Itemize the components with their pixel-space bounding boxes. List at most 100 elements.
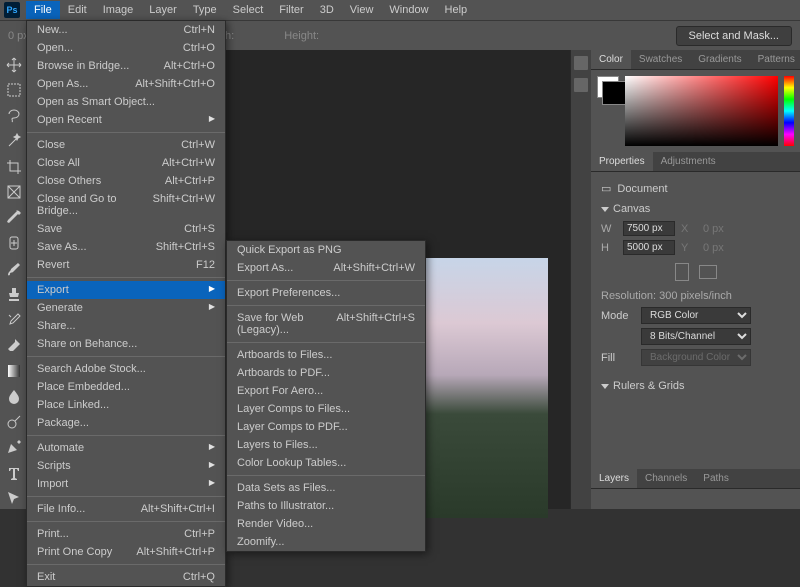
foreground-background-swatch[interactable] <box>597 76 619 98</box>
menu-3d[interactable]: 3D <box>312 1 342 19</box>
gradient-tool-icon[interactable] <box>3 360 25 382</box>
menu-item[interactable]: Print...Ctrl+P <box>27 525 225 543</box>
tab-channels[interactable]: Channels <box>637 469 695 488</box>
blur-tool-icon[interactable] <box>3 386 25 408</box>
submenu-item: Data Sets as Files... <box>227 479 425 497</box>
menu-item[interactable]: Scripts▶ <box>27 457 225 475</box>
menu-item[interactable]: CloseCtrl+W <box>27 136 225 154</box>
chevron-down-icon[interactable] <box>601 207 609 212</box>
submenu-item: Layer Comps to PDF... <box>227 418 425 436</box>
submenu-item[interactable]: Zoomify... <box>227 533 425 551</box>
tab-color[interactable]: Color <box>591 50 631 69</box>
height-input[interactable] <box>623 240 675 255</box>
menu-item[interactable]: Open As...Alt+Shift+Ctrl+O <box>27 75 225 93</box>
history-brush-icon[interactable] <box>3 309 25 331</box>
type-tool-icon[interactable] <box>3 462 25 484</box>
tab-paths[interactable]: Paths <box>695 469 737 488</box>
crop-tool-icon[interactable] <box>3 156 25 178</box>
y-value: 0 px <box>703 242 724 254</box>
menu-item[interactable]: RevertF12 <box>27 256 225 274</box>
menu-item[interactable]: New...Ctrl+N <box>27 21 225 39</box>
menu-item[interactable]: SaveCtrl+S <box>27 220 225 238</box>
menu-type[interactable]: Type <box>185 1 225 19</box>
menu-item[interactable]: Import▶ <box>27 475 225 493</box>
menu-item[interactable]: Browse in Bridge...Alt+Ctrl+O <box>27 57 225 75</box>
orientation-landscape-icon[interactable] <box>699 265 717 279</box>
submenu-item[interactable]: Quick Export as PNG <box>227 241 425 259</box>
frame-tool-icon[interactable] <box>3 182 25 204</box>
menu-item[interactable]: Generate▶ <box>27 299 225 317</box>
height-label: Height: <box>284 30 319 42</box>
lasso-tool-icon[interactable] <box>3 105 25 127</box>
color-panel <box>591 70 800 152</box>
hue-slider[interactable] <box>784 76 794 146</box>
marquee-tool-icon[interactable] <box>3 80 25 102</box>
menu-item[interactable]: Open as Smart Object... <box>27 93 225 111</box>
orientation-portrait-icon[interactable] <box>675 263 689 281</box>
menu-item[interactable]: Place Linked... <box>27 396 225 414</box>
menu-window[interactable]: Window <box>381 1 436 19</box>
properties-panel-tabs: PropertiesAdjustments <box>591 152 800 172</box>
menu-item[interactable]: Place Embedded... <box>27 378 225 396</box>
menu-item[interactable]: Save As...Shift+Ctrl+S <box>27 238 225 256</box>
document-icon: ▭ <box>601 182 611 195</box>
color-mode-select[interactable]: RGB Color <box>641 307 751 324</box>
collapsed-tab-icon[interactable] <box>574 78 588 92</box>
submenu-item[interactable]: Color Lookup Tables... <box>227 454 425 472</box>
menu-item[interactable]: File Info...Alt+Shift+Ctrl+I <box>27 500 225 518</box>
stamp-tool-icon[interactable] <box>3 284 25 306</box>
brush-tool-icon[interactable] <box>3 258 25 280</box>
menu-item[interactable]: Close and Go to Bridge...Shift+Ctrl+W <box>27 190 225 220</box>
select-and-mask-button[interactable]: Select and Mask... <box>676 26 793 46</box>
chevron-down-icon[interactable] <box>601 384 609 389</box>
tab-layers[interactable]: Layers <box>591 469 637 488</box>
menu-filter[interactable]: Filter <box>271 1 311 19</box>
menu-edit[interactable]: Edit <box>60 1 95 19</box>
submenu-item[interactable]: Export Preferences... <box>227 284 425 302</box>
tab-patterns[interactable]: Patterns <box>750 50 800 69</box>
color-panel-tabs: ColorSwatchesGradientsPatterns <box>591 50 800 70</box>
tab-properties[interactable]: Properties <box>591 152 653 171</box>
tab-adjustments[interactable]: Adjustments <box>653 152 724 171</box>
bit-depth-select[interactable]: 8 Bits/Channel <box>641 328 751 345</box>
submenu-item[interactable]: Paths to Illustrator... <box>227 497 425 515</box>
path-tool-icon[interactable] <box>3 488 25 510</box>
pen-tool-icon[interactable] <box>3 437 25 459</box>
menu-item[interactable]: Share on Behance... <box>27 335 225 353</box>
submenu-item[interactable]: Export For Aero... <box>227 382 425 400</box>
menu-image[interactable]: Image <box>95 1 142 19</box>
wand-tool-icon[interactable] <box>3 131 25 153</box>
width-input[interactable] <box>623 221 675 236</box>
menu-view[interactable]: View <box>342 1 382 19</box>
menu-item[interactable]: Open...Ctrl+O <box>27 39 225 57</box>
tab-swatches[interactable]: Swatches <box>631 50 690 69</box>
submenu-item[interactable]: Layers to Files... <box>227 436 425 454</box>
menu-layer[interactable]: Layer <box>141 1 185 19</box>
menu-file[interactable]: File <box>26 1 60 19</box>
move-tool-icon[interactable] <box>3 54 25 76</box>
color-picker[interactable] <box>625 76 778 146</box>
submenu-item[interactable]: Export As...Alt+Shift+Ctrl+W <box>227 259 425 277</box>
tab-gradients[interactable]: Gradients <box>690 50 749 69</box>
menu-item[interactable]: Print One CopyAlt+Shift+Ctrl+P <box>27 543 225 561</box>
menu-select[interactable]: Select <box>225 1 272 19</box>
menu-item[interactable]: Share... <box>27 317 225 335</box>
menu-item[interactable]: Open Recent▶ <box>27 111 225 129</box>
width-key: W <box>601 223 617 235</box>
tools-panel <box>0 50 28 509</box>
menu-help[interactable]: Help <box>437 1 476 19</box>
healing-tool-icon[interactable] <box>3 233 25 255</box>
eyedropper-tool-icon[interactable] <box>3 207 25 229</box>
menu-item[interactable]: Export▶ <box>27 281 225 299</box>
collapsed-panel-tabs <box>571 50 591 509</box>
eraser-tool-icon[interactable] <box>3 335 25 357</box>
menu-item[interactable]: Close AllAlt+Ctrl+W <box>27 154 225 172</box>
collapsed-tab-icon[interactable] <box>574 56 588 70</box>
menu-item[interactable]: Search Adobe Stock... <box>27 360 225 378</box>
menu-item[interactable]: Automate▶ <box>27 439 225 457</box>
file-menu-dropdown: New...Ctrl+NOpen...Ctrl+OBrowse in Bridg… <box>26 20 226 587</box>
menu-item[interactable]: ExitCtrl+Q <box>27 568 225 586</box>
submenu-item[interactable]: Save for Web (Legacy)...Alt+Shift+Ctrl+S <box>227 309 425 339</box>
dodge-tool-icon[interactable] <box>3 411 25 433</box>
submenu-item: Render Video... <box>227 515 425 533</box>
